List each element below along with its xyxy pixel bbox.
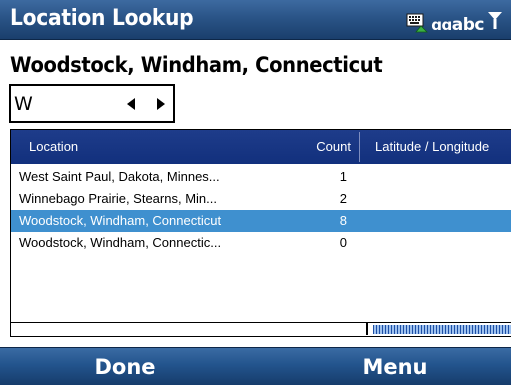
location-cell: Woodstock, Windham, Connecticut: [19, 213, 222, 228]
menu-button[interactable]: Menu: [330, 348, 460, 385]
horizontal-scrollbar[interactable]: [11, 322, 511, 335]
count-cell: 1: [339, 169, 347, 184]
column-header-count[interactable]: Count: [291, 130, 351, 164]
column-divider: [359, 132, 360, 162]
keyboard-icon[interactable]: [406, 12, 429, 34]
column-header-latlon[interactable]: Latitude / Longitude: [375, 130, 511, 164]
softkey-bar: Done Menu: [0, 347, 511, 385]
scrollbar-thumb[interactable]: [373, 325, 511, 334]
done-button[interactable]: Done: [60, 348, 190, 385]
input-mode-icon[interactable]: ɑɑabc: [431, 14, 484, 36]
list-item[interactable]: Winnebago Prairie, Stearns, Min... 2: [11, 188, 511, 210]
scrollbar-track[interactable]: [11, 323, 368, 335]
list-item-selected[interactable]: Woodstock, Windham, Connecticut 8: [11, 210, 511, 232]
list-item[interactable]: West Saint Paul, Dakota, Minnes... 1: [11, 166, 511, 188]
location-list[interactable]: Location Count Latitude / Longitude West…: [10, 129, 511, 337]
count-cell: 0: [339, 235, 347, 250]
app-title: Location Lookup: [10, 6, 194, 31]
left-arrow-icon[interactable]: [124, 96, 140, 112]
location-cell: Woodstock, Windham, Connectic...: [19, 235, 222, 250]
list-rows: West Saint Paul, Dakota, Minnes... 1 Win…: [11, 166, 511, 254]
count-cell: 8: [339, 213, 347, 228]
list-header: Location Count Latitude / Longitude: [11, 130, 511, 164]
location-cell: West Saint Paul, Dakota, Minnes...: [19, 169, 220, 184]
location-cell: Winnebago Prairie, Stearns, Min...: [19, 191, 217, 206]
picker-value: W: [14, 93, 33, 115]
right-arrow-icon[interactable]: [152, 96, 168, 112]
list-item[interactable]: Woodstock, Windham, Connectic... 0: [11, 232, 511, 254]
status-icons: ɑɑabc: [406, 4, 503, 36]
letter-picker[interactable]: W: [9, 84, 175, 123]
title-bar: Location Lookup ɑɑabc: [0, 0, 511, 40]
signal-icon: [488, 12, 502, 29]
count-cell: 2: [339, 191, 347, 206]
column-header-location[interactable]: Location: [29, 130, 279, 164]
page-title: Woodstock, Windham, Connecticut: [10, 53, 383, 77]
